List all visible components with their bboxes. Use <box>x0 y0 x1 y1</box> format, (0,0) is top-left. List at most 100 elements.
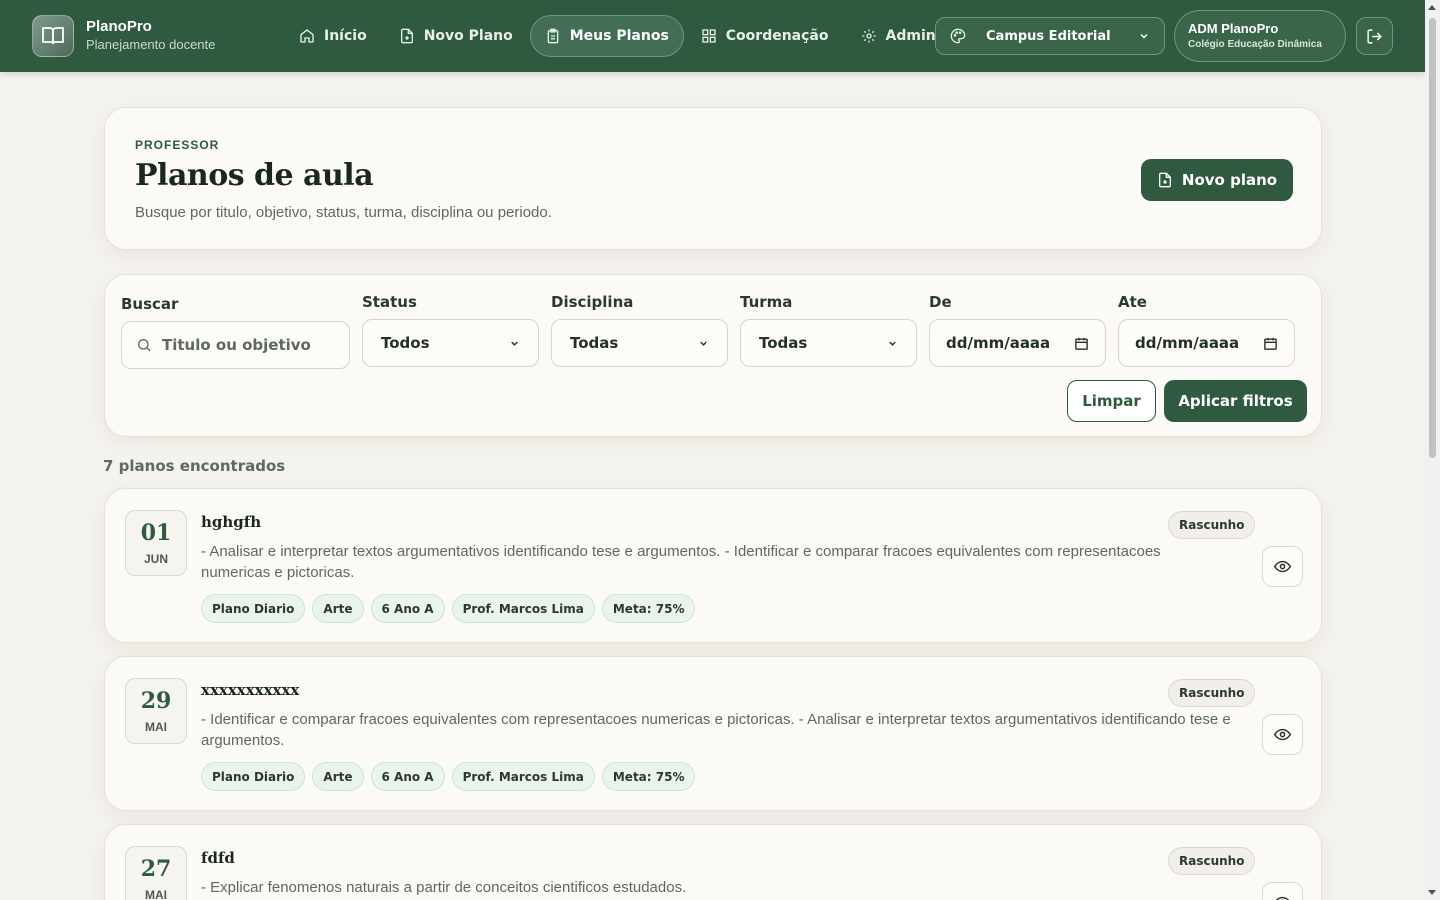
tag-goal: Meta: 75% <box>601 762 696 791</box>
filters-card: Buscar Titulo ou objetivo Status Todos D… <box>104 274 1322 437</box>
plan-title[interactable]: xxxxxxxxxxx <box>201 681 299 699</box>
plan-description: - Identificar e comparar fracoes equival… <box>201 711 1231 749</box>
plan-day: 27 <box>140 856 172 882</box>
plan-month: JUN <box>143 552 168 566</box>
brand[interactable]: PlanoPro Planejamento docente <box>32 15 215 57</box>
to-date-label: Ate <box>1118 293 1147 311</box>
status-badge: Rascunho <box>1168 847 1256 875</box>
tag-discipline: Arte <box>312 594 364 623</box>
nav-coordenacao[interactable]: Coordenação <box>686 15 844 57</box>
book-icon <box>32 15 74 57</box>
scroll-down-arrow-icon[interactable] <box>1428 890 1436 895</box>
role-eyebrow: PROFESSOR <box>135 138 220 152</box>
calendar-icon <box>1075 337 1088 350</box>
page-header-card: PROFESSOR Planos de aula Busque por titu… <box>104 107 1322 250</box>
new-plan-button[interactable]: Novo plano <box>1141 159 1293 201</box>
tag-goal: Meta: 75% <box>601 594 696 623</box>
plan-card[interactable]: 01 JUN hghgfh Rascunho - Analisar e inte… <box>104 488 1322 643</box>
tag-teacher: Prof. Marcos Lima <box>451 762 595 791</box>
plan-day: 29 <box>140 688 172 714</box>
status-label: Status <box>362 293 417 311</box>
chevron-down-icon <box>700 341 707 346</box>
nav-meus-planos[interactable]: Meus Planos <box>529 15 684 57</box>
view-plan-button[interactable] <box>1262 546 1303 587</box>
search-placeholder: Titulo ou objetivo <box>162 336 311 354</box>
plan-date: 01 JUN <box>125 510 187 576</box>
nav-label: Meus Planos <box>569 28 669 44</box>
status-select[interactable]: Todos <box>362 319 539 367</box>
to-date-value: dd/mm/aaaa <box>1135 334 1240 352</box>
scroll-up-arrow-icon[interactable] <box>1428 5 1436 10</box>
home-icon <box>300 29 314 43</box>
plan-tags: Plano Diario Arte 6 Ano A Prof. Marcos L… <box>201 594 696 623</box>
apply-filters-button[interactable]: Aplicar filtros <box>1164 380 1307 422</box>
plan-title[interactable]: hghgfh <box>201 513 261 531</box>
user-school: Colégio Educação Dinâmica <box>1188 39 1322 50</box>
to-date-input[interactable]: dd/mm/aaaa <box>1118 319 1295 367</box>
view-plan-button[interactable] <box>1262 714 1303 755</box>
chevron-down-icon <box>511 341 518 346</box>
tag-class: 6 Ano A <box>370 594 445 623</box>
logout-button[interactable] <box>1356 17 1393 55</box>
nav-novo-plano[interactable]: Novo Plano <box>384 15 528 57</box>
nav-inicio[interactable]: Início <box>284 15 382 57</box>
nav-label: Início <box>324 28 367 44</box>
plan-date: 27 MAI <box>125 846 187 900</box>
tag-plan-type: Plano Diario <box>201 594 306 623</box>
class-label: Turma <box>740 293 793 311</box>
search-icon <box>138 339 151 352</box>
plan-date: 29 MAI <box>125 678 187 744</box>
logout-icon <box>1367 28 1382 44</box>
new-plan-label: Novo plano <box>1181 171 1278 189</box>
calendar-icon <box>1264 337 1277 350</box>
scroll-thumb[interactable] <box>1429 18 1436 458</box>
top-navigation-bar: PlanoPro Planejamento docente Início Nov… <box>0 0 1425 72</box>
eye-icon <box>1275 896 1290 900</box>
user-name: ADM PlanoPro <box>1188 21 1279 36</box>
tag-class: 6 Ano A <box>370 762 445 791</box>
discipline-label: Disciplina <box>551 293 634 311</box>
plan-card[interactable]: 27 MAI fdfd Rascunho - Explicar fenomeno… <box>104 824 1322 900</box>
clipboard-icon <box>547 28 559 44</box>
app-subtitle: Planejamento docente <box>86 37 216 52</box>
plan-tags: Plano Diario Arte 6 Ano A Prof. Marcos L… <box>201 762 696 791</box>
search-input[interactable]: Titulo ou objetivo <box>121 321 350 369</box>
discipline-value: Todas <box>570 334 619 352</box>
app-name: PlanoPro <box>86 18 152 35</box>
campus-label: Campus Editorial <box>986 28 1111 44</box>
plan-description: - Explicar fenomenos naturais a partir d… <box>201 879 687 896</box>
chevron-down-icon <box>889 341 896 346</box>
eye-icon <box>1274 728 1291 741</box>
tag-plan-type: Plano Diario <box>201 762 306 791</box>
view-plan-button[interactable] <box>1262 882 1303 900</box>
results-count: 7 planos encontrados <box>103 457 286 475</box>
nav-label: Admin <box>885 28 936 44</box>
user-menu[interactable]: ADM PlanoPro Colégio Educação Dinâmica <box>1174 10 1346 62</box>
plan-title[interactable]: fdfd <box>201 849 235 867</box>
plan-day: 01 <box>140 520 172 546</box>
page-subtitle: Busque por titulo, objetivo, status, tur… <box>135 204 552 221</box>
status-badge: Rascunho <box>1168 679 1256 707</box>
plan-month: MAI <box>145 720 167 734</box>
file-plus-icon <box>400 28 413 44</box>
palette-icon <box>950 28 966 44</box>
clear-filters-button[interactable]: Limpar <box>1067 380 1156 422</box>
file-plus-icon <box>1158 172 1171 188</box>
campus-select[interactable]: Campus Editorial <box>935 17 1165 55</box>
class-select[interactable]: Todas <box>740 319 917 367</box>
plan-description: - Analisar e interpretar textos argument… <box>201 543 1161 581</box>
from-date-value: dd/mm/aaaa <box>946 334 1051 352</box>
tag-teacher: Prof. Marcos Lima <box>451 594 595 623</box>
plan-month: MAI <box>145 888 167 900</box>
discipline-select[interactable]: Todas <box>551 319 728 367</box>
chevron-down-icon <box>1140 33 1148 39</box>
status-badge: Rascunho <box>1168 511 1256 539</box>
page-scrollbar[interactable] <box>1425 0 1440 900</box>
tag-discipline: Arte <box>312 762 364 791</box>
from-date-input[interactable]: dd/mm/aaaa <box>929 319 1106 367</box>
plan-card[interactable]: 29 MAI xxxxxxxxxxx Rascunho - Identifica… <box>104 656 1322 811</box>
page-title: Planos de aula <box>135 158 374 193</box>
class-value: Todas <box>759 334 808 352</box>
search-label: Buscar <box>121 295 179 313</box>
status-value: Todos <box>381 334 430 352</box>
